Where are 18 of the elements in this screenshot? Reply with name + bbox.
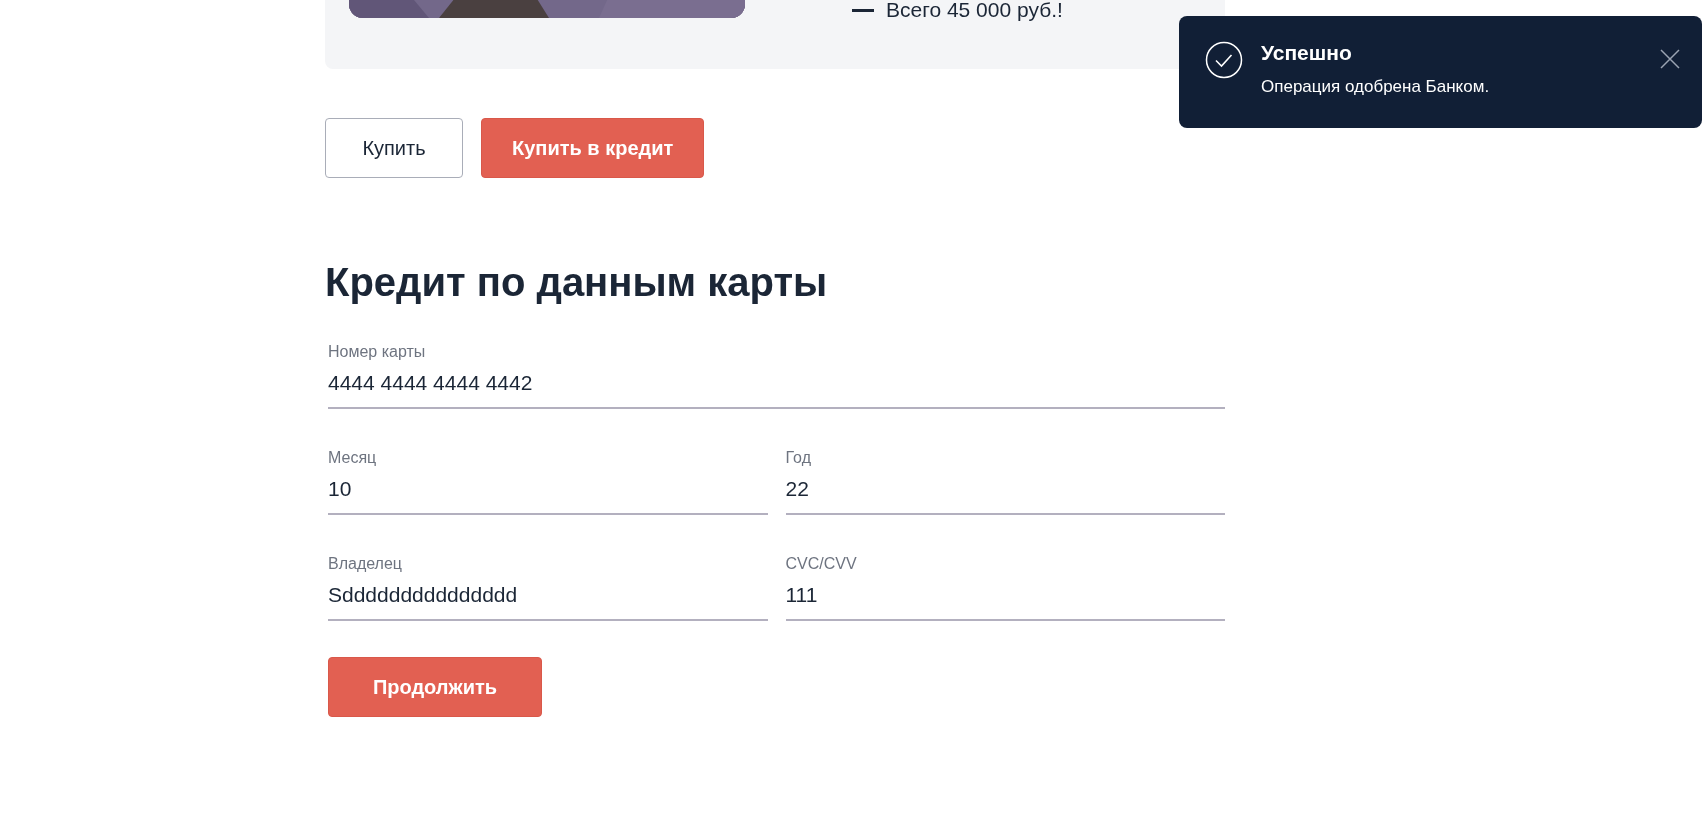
input-field[interactable]: 10 — [328, 477, 768, 515]
input-field[interactable]: 4444 4444 4444 4442 — [328, 371, 1225, 409]
close-icon[interactable] — [1660, 49, 1680, 69]
field-label: CVC/CVV — [785, 555, 858, 573]
input-field[interactable]: Sddddddddddddddd — [328, 583, 768, 621]
total-price: Всего 45 000 руб.! — [886, 0, 1063, 22]
toast-title: Успешно — [1261, 41, 1353, 65]
dash-icon — [852, 8, 874, 12]
field-label: Год — [785, 449, 812, 467]
field-label: Номер карты — [328, 343, 427, 361]
toast-message: Операция одобрена Банком. — [1261, 77, 1491, 97]
input-field[interactable]: 22 — [785, 477, 1225, 515]
input-field[interactable]: 111 — [785, 583, 1225, 621]
field-label: Владелец — [328, 555, 403, 573]
field-label: Месяц — [328, 449, 378, 467]
success-check-icon — [1205, 41, 1243, 79]
form-heading: Кредит по данным карты — [325, 260, 829, 305]
buy-button[interactable]: Купить — [325, 118, 463, 178]
